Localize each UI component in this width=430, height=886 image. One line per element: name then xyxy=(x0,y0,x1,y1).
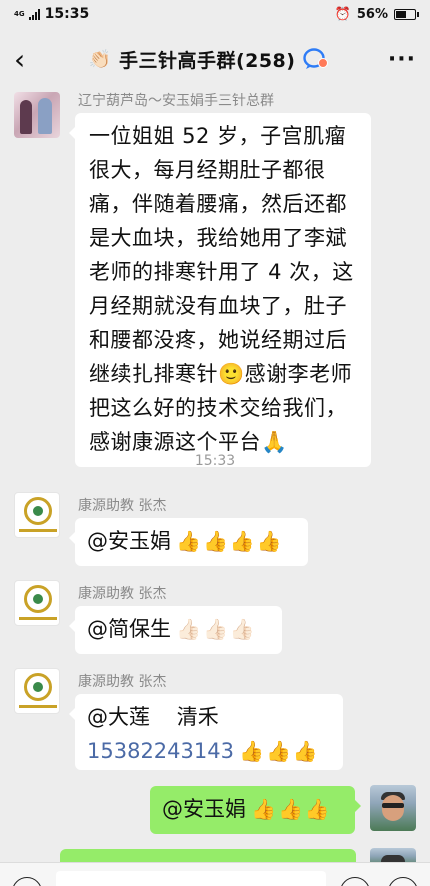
message-line: 是大血块，我给她用了李斌 xyxy=(89,226,347,250)
sender-name: 康源助教 张杰 xyxy=(78,674,167,690)
message-line: 把这么好的技术交给我们， xyxy=(89,396,347,420)
mention-text: @大莲 清禾 xyxy=(87,705,219,729)
avatar[interactable] xyxy=(14,580,60,626)
avatar[interactable] xyxy=(14,92,60,138)
thumbs-up-emojis: 👍👍👍 xyxy=(239,739,320,763)
emoji-icon[interactable] xyxy=(340,877,370,886)
message-bubble[interactable]: 一位姐姐 52 岁，子宫肌瘤 很大，每月经期肚子都很 痛，伴随着腰痛，然后还都 是大血… xyxy=(69,113,371,467)
message-line: 月经期就没有血块了，肚子 xyxy=(89,294,347,318)
clap-emoji: 👏🏻 xyxy=(88,48,111,70)
message-bubble[interactable]: @大莲 清禾 15382243143 👍👍👍 xyxy=(69,694,343,770)
group-chat-icon xyxy=(303,48,329,69)
status-right: ⏰ 56% xyxy=(334,6,419,22)
phone-number-link[interactable]: 15382243143 xyxy=(87,739,234,763)
message-line: 一位姐姐 52 岁，子宫肌瘤 xyxy=(89,124,347,148)
battery-icon xyxy=(394,8,419,20)
back-arrow-icon[interactable]: ‹ xyxy=(14,43,54,76)
input-bar xyxy=(0,862,430,886)
mention-text: @安玉娟 xyxy=(87,529,171,553)
message-line: 老师的排寒针用了 4 次，这 xyxy=(89,260,354,284)
alarm-icon: ⏰ xyxy=(334,6,351,22)
message-input[interactable] xyxy=(56,871,326,886)
thumbs-up-emojis: 👍🏻👍🏻👍🏻 xyxy=(176,617,257,641)
nav-bar: ‹ 👏🏻 手三针高手群(258) ··· xyxy=(0,28,430,90)
avatar[interactable] xyxy=(14,492,60,538)
message-line: 继续扎排寒针🙂感谢李老师 xyxy=(89,362,353,386)
more-options-icon[interactable]: ··· xyxy=(376,47,416,72)
message-bubble[interactable]: @简保生 👍🏻👍🏻👍🏻 xyxy=(69,606,282,654)
sender-name: 辽宁葫芦岛～安玉娟手三针总群 xyxy=(78,93,274,109)
avatar[interactable] xyxy=(14,668,60,714)
chat-title: 手三针高手群(258) xyxy=(118,49,296,72)
status-bar: 4G 15:35 ⏰ 56% xyxy=(0,0,430,28)
message-line: 痛，伴随着腰痛，然后还都 xyxy=(89,192,347,216)
avatar-self[interactable] xyxy=(370,785,416,831)
message-text: 一位姐姐 52 岁，子宫肌瘤 很大，每月经期肚子都很 痛，伴随着腰痛，然后还都 是大血… xyxy=(89,119,359,459)
sender-name: 康源助教 张杰 xyxy=(78,498,167,514)
sender-name: 康源助教 张杰 xyxy=(78,586,167,602)
nav-title-wrap: 👏🏻 手三针高手群(258) xyxy=(54,46,364,73)
mention-text: @简保生 xyxy=(87,617,171,641)
plus-icon[interactable] xyxy=(388,877,418,886)
network-indicator: 4G xyxy=(14,9,25,18)
signal-icon xyxy=(28,8,40,20)
battery-percent: 56% xyxy=(356,6,388,22)
message-line: 很大，每月经期肚子都很 xyxy=(89,158,326,182)
mention-text: @安玉娟 xyxy=(162,797,246,821)
message-line: 和腰都没疼，她说经期过后 xyxy=(89,328,347,352)
thumbs-up-emojis: 👍👍👍 xyxy=(251,797,332,821)
message-bubble-outgoing[interactable]: @安玉娟 👍👍👍 xyxy=(150,786,361,834)
time-separator: 15:33 xyxy=(194,453,236,469)
voice-icon[interactable] xyxy=(12,877,42,886)
message-bubble[interactable]: @安玉娟 👍👍👍👍 xyxy=(69,518,308,566)
thumbs-up-emojis: 👍👍👍👍 xyxy=(176,529,284,553)
status-time: 15:35 xyxy=(44,6,90,22)
